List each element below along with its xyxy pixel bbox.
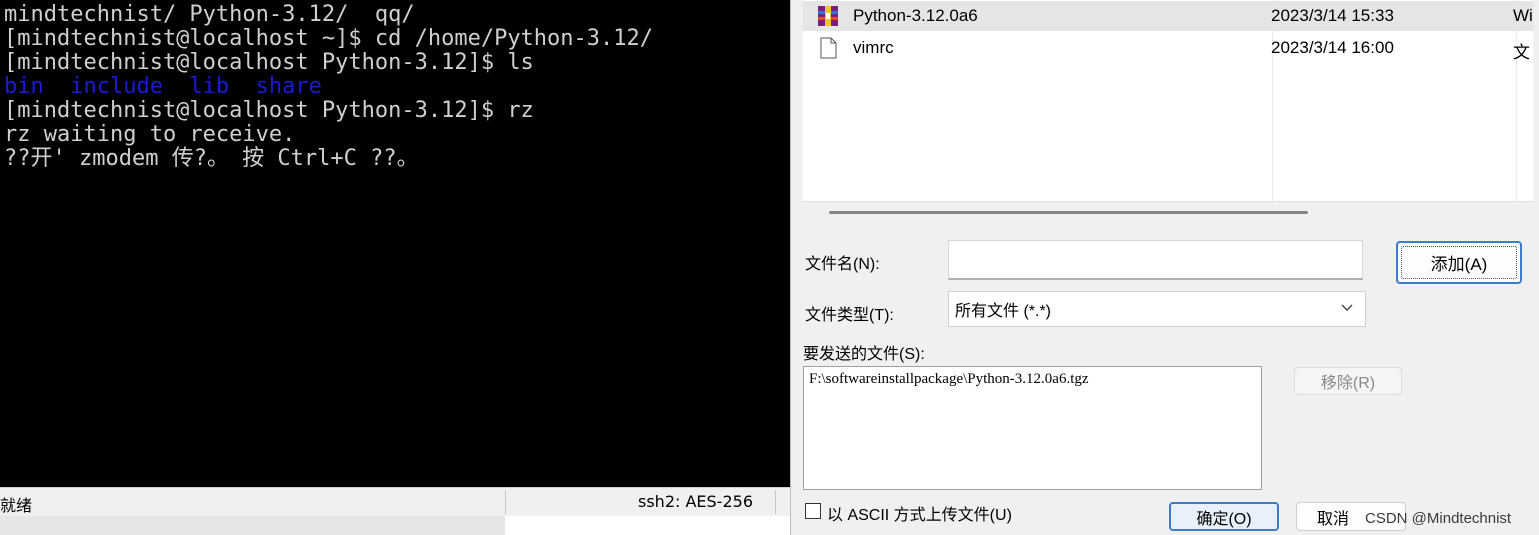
file-date: 2023/3/14 15:33 <box>1271 6 1394 25</box>
file-type: 文 <box>1513 43 1530 62</box>
terminal-output[interactable]: mindtechnist/ Python-3.12/ qq/ [mindtech… <box>0 0 790 487</box>
file-type: Wi <box>1513 6 1533 25</box>
remove-button-label: 移除(R) <box>1320 375 1376 392</box>
status-ready-text: 就绪 <box>0 496 33 515</box>
filename-label: 文件名(N): <box>805 256 880 273</box>
status-divider <box>505 490 506 514</box>
terminal-line: [mindtechnist@localhost Python-3.12]$ rz <box>4 98 534 123</box>
chevron-down-icon <box>1341 304 1353 311</box>
file-date: 2023/3/14 16:00 <box>1271 38 1394 57</box>
ok-button-label: 确定(O) <box>1196 510 1252 528</box>
cancel-button-label: 取消 <box>1316 510 1349 528</box>
terminal-line-dir-listing: bin include lib share <box>4 74 322 99</box>
send-file-dialog: Python-3.12.0a6 2023/3/14 15:33 Wi vimrc… <box>790 0 1539 535</box>
window-bottom-strip-light <box>505 516 790 535</box>
ascii-checkbox-label[interactable]: 以 ASCII 方式上传文件(U) <box>827 501 1012 525</box>
horizontal-scrollbar[interactable] <box>829 211 1308 214</box>
filetype-value: 所有文件 (*.*) <box>955 303 1052 320</box>
terminal-line: [mindtechnist@localhost ~]$ cd /home/Pyt… <box>4 26 654 51</box>
terminal-line: mindtechnist/ Python-3.12/ qq/ <box>4 2 415 27</box>
filename-input[interactable] <box>948 240 1363 280</box>
add-button[interactable]: 添加(A) <box>1396 241 1522 284</box>
status-encryption-text: ssh2: AES-256 <box>638 492 753 511</box>
filetype-label: 文件类型(T): <box>805 307 894 324</box>
terminal-status-bar: 就绪 ssh2: AES-256 <box>0 487 790 517</box>
terminal-line: ??开' zmodem 传?。 按 Ctrl+C ??。 <box>4 146 419 171</box>
file-list[interactable]: Python-3.12.0a6 2023/3/14 15:33 Wi vimrc… <box>803 0 1533 202</box>
focus-ring <box>1401 246 1517 279</box>
send-files-list[interactable]: F:\softwareinstallpackage\Python-3.12.0a… <box>803 366 1262 490</box>
send-files-label: 要发送的文件(S): <box>803 346 925 363</box>
document-icon <box>820 37 837 59</box>
status-divider <box>775 490 776 514</box>
file-name: Python-3.12.0a6 <box>853 6 978 25</box>
file-row-python[interactable]: Python-3.12.0a6 2023/3/14 15:33 Wi <box>803 1 1533 31</box>
terminal-line: rz waiting to receive. <box>4 122 296 147</box>
watermark-text: CSDN @Mindtechnist <box>1365 510 1512 527</box>
filetype-select[interactable]: 所有文件 (*.*) <box>948 291 1366 327</box>
ok-button[interactable]: 确定(O) <box>1169 502 1279 531</box>
winrar-archive-icon <box>818 6 838 26</box>
ascii-checkbox[interactable] <box>805 503 821 519</box>
file-row-vimrc[interactable]: vimrc 2023/3/14 16:00 文 <box>803 33 1533 63</box>
send-file-item[interactable]: F:\softwareinstallpackage\Python-3.12.0a… <box>809 371 1089 388</box>
terminal-line: [mindtechnist@localhost Python-3.12]$ ls <box>4 50 534 75</box>
remove-button[interactable]: 移除(R) <box>1294 367 1402 395</box>
file-name: vimrc <box>853 38 894 57</box>
